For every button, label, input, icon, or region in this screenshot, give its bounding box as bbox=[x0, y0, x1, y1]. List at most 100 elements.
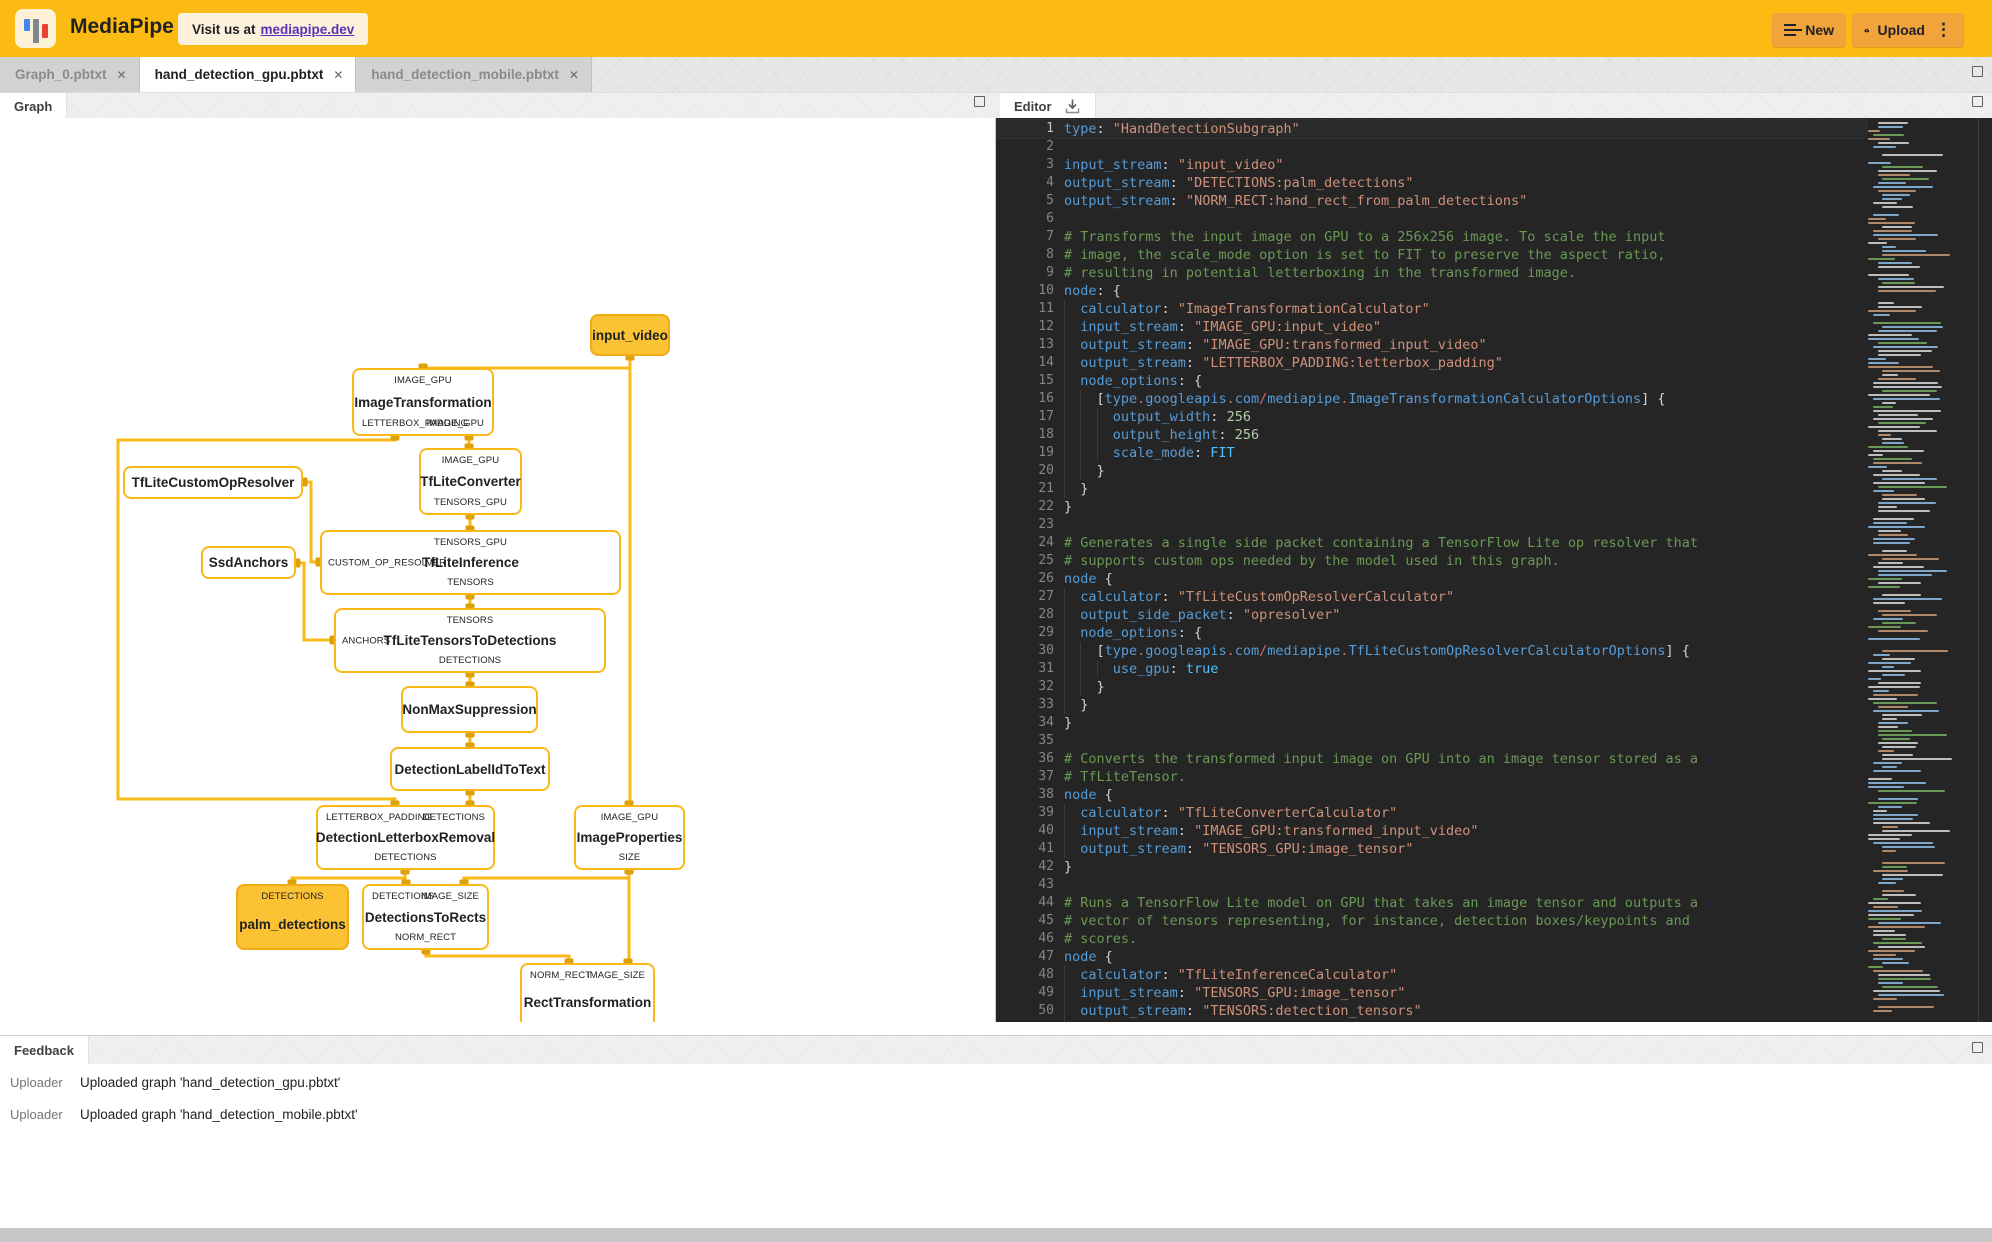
code-line-15: 15 node_options: { bbox=[996, 372, 1866, 390]
close-tab-icon[interactable]: ✕ bbox=[117, 68, 127, 82]
minimap-line bbox=[1878, 262, 1913, 264]
tab-feedback[interactable]: Feedback bbox=[0, 1036, 89, 1065]
line-number: 29 bbox=[1038, 625, 1054, 640]
minimap-line bbox=[1878, 790, 1946, 792]
line-number: 28 bbox=[1038, 607, 1054, 622]
maximize-icon-graph[interactable] bbox=[974, 96, 985, 107]
minimap-line bbox=[1882, 826, 1898, 828]
minimap-line bbox=[1873, 770, 1921, 772]
line-number: 36 bbox=[1038, 751, 1054, 766]
minimap-line bbox=[1878, 302, 1895, 304]
line-number: 9 bbox=[1046, 265, 1054, 280]
file-tab-label: hand_detection_mobile.pbtxt bbox=[371, 67, 559, 82]
graph-node-DetectionLetterboxRemoval[interactable]: LETTERBOX_PADDING DETECTIONS DETECTIONS Det… bbox=[316, 805, 495, 870]
minimap-line bbox=[1882, 878, 1903, 880]
minimap-line bbox=[1873, 990, 1941, 992]
minimap-line bbox=[1878, 266, 1921, 268]
code-line-4: 4 output_stream: "DETECTIONS:palm_detecti… bbox=[996, 174, 1866, 192]
minimap-line bbox=[1878, 190, 1916, 192]
graph-canvas[interactable]: input_video IMAGE_GPU LETTERBOX_PADDING IMA… bbox=[0, 118, 996, 1022]
minimap-line bbox=[1873, 322, 1942, 324]
graph-node-TfLiteConverter[interactable]: IMAGE_GPU TENSORS_GPU TfLiteConverter bbox=[419, 448, 522, 515]
line-number: 40 bbox=[1038, 823, 1054, 838]
minimap-line bbox=[1878, 170, 1937, 172]
line-number: 32 bbox=[1038, 679, 1054, 694]
minimap-line bbox=[1868, 950, 1916, 952]
upload-kebab-icon[interactable]: ⋮ bbox=[1935, 20, 1952, 40]
graph-node-TfLiteCustomOpResolver[interactable]: TfLiteCustomOpResolver bbox=[123, 466, 303, 499]
line-number: 45 bbox=[1038, 913, 1054, 928]
tab-graph[interactable]: Graph bbox=[0, 93, 68, 119]
code-editor[interactable]: 1 type: "HandDetectionSubgraph" 2 3 input_st… bbox=[996, 118, 1992, 1022]
line-number: 34 bbox=[1038, 715, 1054, 730]
file-tab-Graph_0.pbtxt[interactable]: Graph_0.pbtxt ✕ bbox=[0, 57, 140, 92]
code-line-5: 5 output_stream: "NORM_RECT:hand_rect_fro… bbox=[996, 192, 1866, 210]
code-line-10: 10 node: { bbox=[996, 282, 1866, 300]
close-tab-icon[interactable]: ✕ bbox=[569, 68, 579, 82]
minimap-line bbox=[1878, 978, 1932, 980]
code-line-3: 3 input_stream: "input_video" bbox=[996, 156, 1866, 174]
mediapipe-dev-link[interactable]: mediapipe.dev bbox=[261, 22, 355, 37]
minimap-line bbox=[1873, 410, 1942, 412]
tab-editor[interactable]: Editor bbox=[1000, 93, 1096, 119]
graph-node-TfLiteInference[interactable]: TENSORS_GPU TENSORS CUSTOM_OP_RESOLVER TfLi… bbox=[320, 530, 621, 595]
minimap-line bbox=[1882, 866, 1907, 868]
minimap-line bbox=[1878, 726, 1899, 728]
upload-button[interactable]: Upload ⋮ bbox=[1852, 13, 1964, 47]
line-number: 26 bbox=[1038, 571, 1054, 586]
code-line-50: 50 output_stream: "TENSORS:detection_tens… bbox=[996, 1002, 1866, 1020]
file-tab-bar: Graph_0.pbtxt ✕ hand_detection_gpu.pbtxt ✕ h… bbox=[0, 57, 1992, 92]
port-label-norm_rect: NORM_RECT bbox=[530, 970, 592, 981]
maximize-icon-tabbar[interactable] bbox=[1972, 66, 1983, 77]
app-title: MediaPipe bbox=[70, 15, 174, 38]
node-name: ImageProperties bbox=[576, 830, 683, 845]
graph-node-SsdAnchors[interactable]: SsdAnchors bbox=[201, 546, 296, 579]
line-number: 5 bbox=[1046, 193, 1054, 208]
minimap-line bbox=[1873, 186, 1934, 188]
line-number: 35 bbox=[1038, 733, 1054, 748]
line-number: 44 bbox=[1038, 895, 1054, 910]
line-number: 39 bbox=[1038, 805, 1054, 820]
graph-node-TfLiteTensorsToDetections[interactable]: TENSORS DETECTIONS ANCHORS TfLiteTensorsToD… bbox=[334, 608, 606, 673]
graph-node-ImageProperties[interactable]: IMAGE_GPU SIZE ImageProperties bbox=[574, 805, 685, 870]
graph-node-input_video[interactable]: input_video bbox=[590, 314, 670, 356]
new-button[interactable]: New bbox=[1772, 13, 1846, 47]
node-name: RectTransformation bbox=[523, 995, 652, 1010]
line-number: 49 bbox=[1038, 985, 1054, 1000]
minimap-line bbox=[1882, 614, 1937, 616]
node-name: TfLiteConverter bbox=[420, 474, 521, 489]
top-bar: MediaPipe Visit us at mediapipe.dev New … bbox=[0, 0, 1992, 57]
logo-bar-gray bbox=[33, 19, 39, 43]
line-number: 19 bbox=[1038, 445, 1054, 460]
code-line-21: 21} bbox=[996, 480, 1866, 498]
minimap-line bbox=[1873, 906, 1898, 908]
editor-minimap[interactable] bbox=[1868, 118, 1952, 1022]
graph-node-DetectionLabelIdToText[interactable]: DetectionLabelIdToText bbox=[390, 747, 550, 791]
minimap-line bbox=[1882, 874, 1943, 876]
graph-edge bbox=[423, 356, 632, 370]
graph-node-DetectionsToRects[interactable]: DETECTIONS IMAGE_SIZE NORM_RECT DetectionsT… bbox=[362, 884, 489, 950]
graph-node-RectTransformation[interactable]: NORM_RECT IMAGE_SIZE RectTransformation bbox=[520, 963, 655, 1022]
code-line-16: 16 [type.googleapis.com/mediapipe.ImageTr… bbox=[996, 390, 1866, 408]
minimap-line bbox=[1873, 450, 1924, 452]
editor-scrollbar[interactable] bbox=[1978, 118, 1979, 1022]
line-number: 6 bbox=[1046, 211, 1054, 226]
line-number: 14 bbox=[1038, 355, 1054, 370]
maximize-icon-feedback[interactable] bbox=[1972, 1042, 1983, 1053]
minimap-line bbox=[1873, 398, 1940, 400]
graph-node-ImageTransformation[interactable]: IMAGE_GPU LETTERBOX_PADDING IMAGE_GPU Image… bbox=[352, 368, 494, 436]
code-lines[interactable]: 1 type: "HandDetectionSubgraph" 2 3 input_st… bbox=[996, 120, 1866, 1022]
code-line-25: 25 # supports custom ops needed by the mo… bbox=[996, 552, 1866, 570]
file-tab-hand_detection_gpu.pbtxt[interactable]: hand_detection_gpu.pbtxt ✕ bbox=[139, 57, 357, 92]
minimap-line bbox=[1878, 506, 1898, 508]
graph-node-NonMaxSuppression[interactable]: NonMaxSuppression bbox=[401, 686, 538, 733]
minimap-line bbox=[1878, 630, 1928, 632]
close-tab-icon[interactable]: ✕ bbox=[333, 68, 343, 82]
maximize-icon-editor[interactable] bbox=[1972, 96, 1983, 107]
download-icon[interactable] bbox=[1064, 98, 1081, 115]
code-line-8: 8 # image, the scale_mode option is set t… bbox=[996, 246, 1866, 264]
file-tab-hand_detection_mobile.pbtxt[interactable]: hand_detection_mobile.pbtxt ✕ bbox=[356, 57, 592, 92]
port-label-tensors: TENSORS bbox=[446, 615, 494, 626]
code-line-19: 19 scale_mode: FIT bbox=[996, 444, 1866, 462]
graph-node-palm_detections[interactable]: DETECTIONS palm_detections bbox=[236, 884, 349, 950]
